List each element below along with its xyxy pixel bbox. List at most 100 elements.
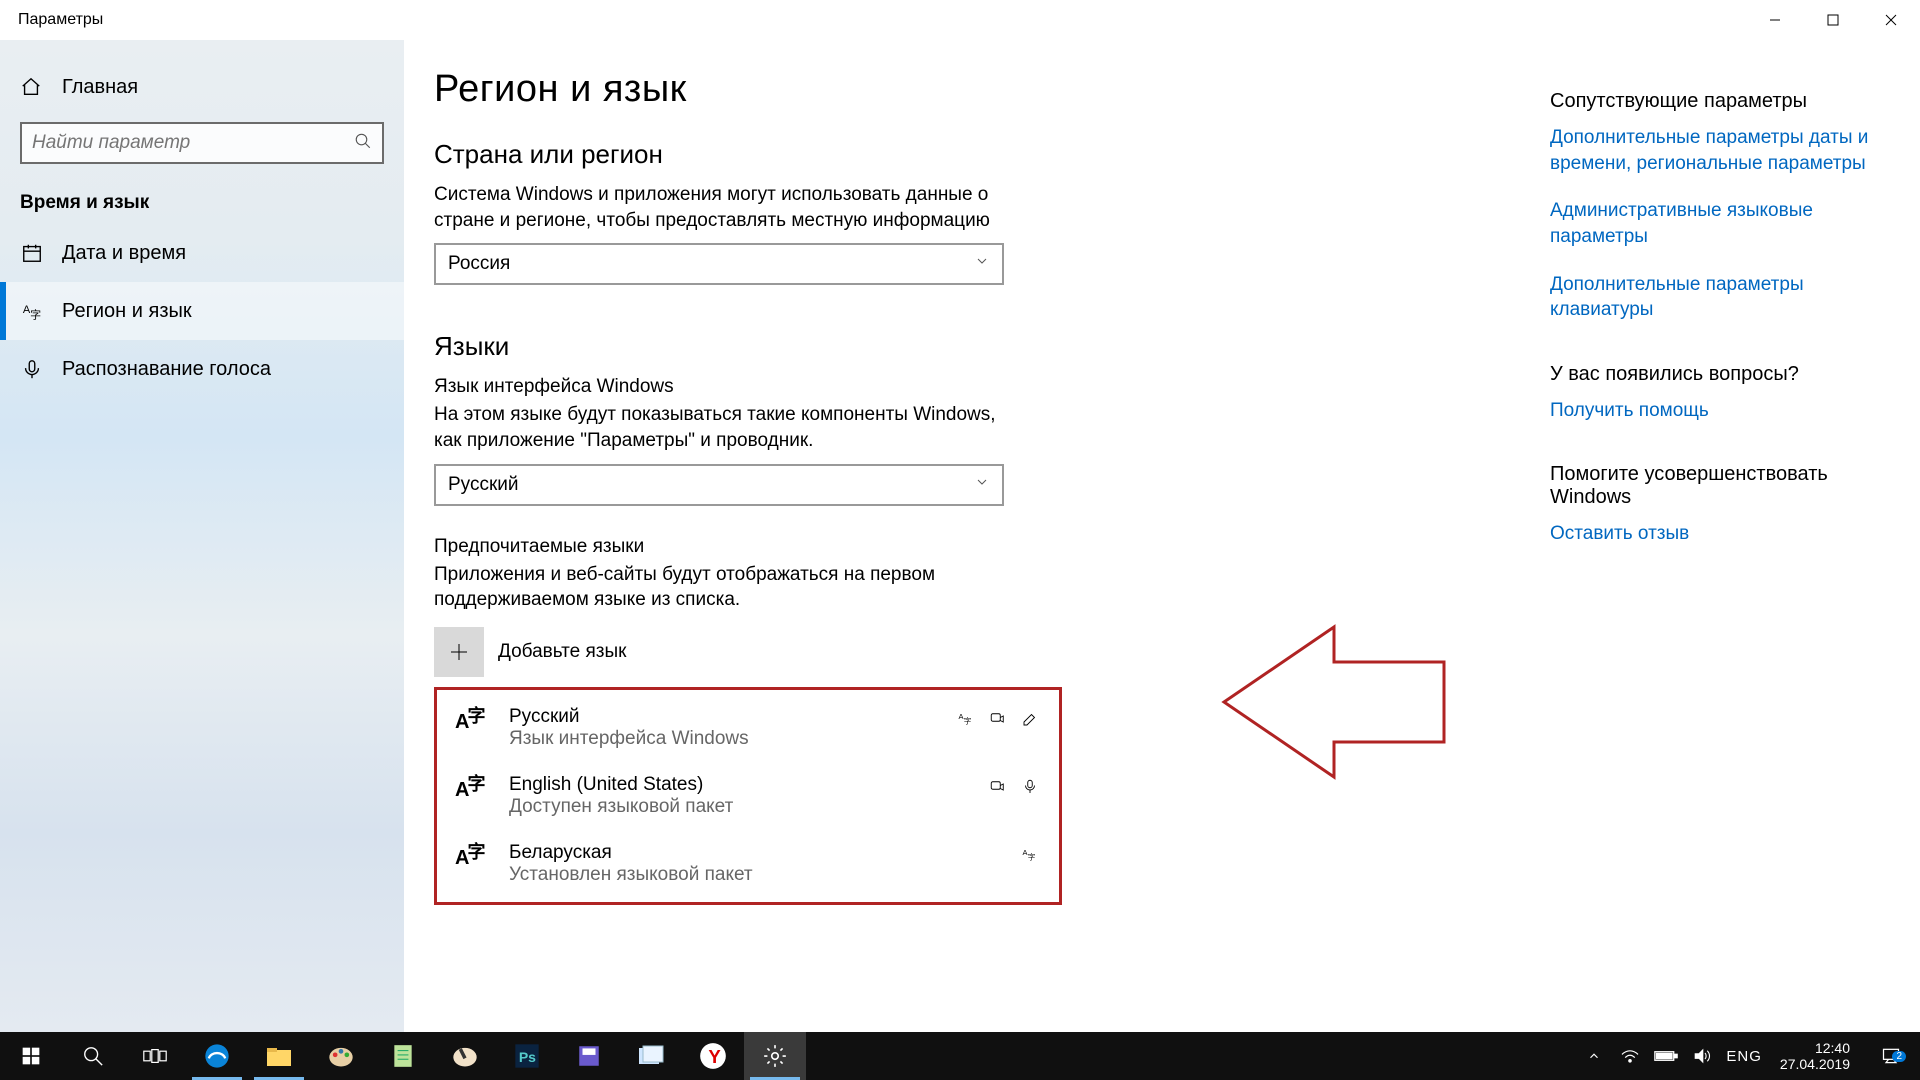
- taskbar-app-paint[interactable]: [310, 1032, 372, 1080]
- handwriting-icon: [1019, 710, 1041, 728]
- help-link[interactable]: Получить помощь: [1550, 398, 1880, 424]
- search-icon: [354, 132, 372, 155]
- language-icon: A字: [20, 300, 44, 322]
- ui-language-selected: Русский: [448, 474, 519, 496]
- country-description: Система Windows и приложения могут испол…: [434, 182, 1004, 233]
- language-glyph-icon: A字: [455, 844, 497, 870]
- svg-text:字: 字: [30, 307, 41, 321]
- action-center-button[interactable]: 2: [1868, 1046, 1914, 1066]
- language-subtitle: Доступен языковой пакет: [509, 796, 987, 818]
- ui-lang-description: На этом языке будут показываться такие к…: [434, 402, 1004, 453]
- preferred-languages-label: Предпочитаемые языки: [434, 536, 1154, 558]
- task-view-button[interactable]: [124, 1032, 186, 1080]
- language-feature-badges: A字: [955, 706, 1041, 728]
- related-title: Сопутствующие параметры: [1550, 90, 1880, 113]
- taskbar-app-explorer[interactable]: [248, 1032, 310, 1080]
- add-language-label: Добавьте язык: [498, 641, 626, 663]
- taskbar-app-yandex[interactable]: Y: [682, 1032, 744, 1080]
- taskbar: Ps Y ENG 12:40 27.04.2019 2: [0, 1032, 1920, 1080]
- home-label: Главная: [62, 76, 138, 99]
- language-item[interactable]: A字 Беларуская Установлен языковой пакет …: [437, 830, 1059, 898]
- language-item[interactable]: A字 Русский Язык интерфейса Windows A字: [437, 694, 1059, 762]
- sidebar-item-label: Регион и язык: [62, 300, 192, 323]
- add-language-button[interactable]: Добавьте язык: [434, 627, 1154, 677]
- sidebar-item-label: Дата и время: [62, 242, 186, 265]
- ui-language-dropdown[interactable]: Русский: [434, 464, 1004, 506]
- notification-badge: 2: [1892, 1051, 1906, 1062]
- tray-overflow-icon[interactable]: [1582, 1049, 1606, 1063]
- svg-text:A: A: [1023, 848, 1028, 857]
- window-title: Параметры: [0, 11, 103, 29]
- taskbar-app-paint3d[interactable]: [434, 1032, 496, 1080]
- wifi-icon[interactable]: [1618, 1048, 1642, 1064]
- home-button[interactable]: Главная: [0, 58, 404, 116]
- sidebar-item-region-language[interactable]: A字 Регион и язык: [0, 282, 404, 340]
- sidebar-item-speech[interactable]: Распознавание голоса: [0, 340, 404, 398]
- text-to-speech-icon: [987, 710, 1009, 728]
- taskbar-app-settings[interactable]: [744, 1032, 806, 1080]
- window-controls: [1746, 0, 1920, 40]
- search-button[interactable]: [62, 1032, 124, 1080]
- feedback-title: Помогите усовершенствовать Windows: [1550, 463, 1880, 509]
- taskbar-app-edge[interactable]: [186, 1032, 248, 1080]
- maximize-button[interactable]: [1804, 0, 1862, 40]
- related-link[interactable]: Административные языковые параметры: [1550, 198, 1880, 249]
- language-subtitle: Установлен языковой пакет: [509, 864, 1019, 886]
- taskbar-app-photoshop[interactable]: Ps: [496, 1032, 558, 1080]
- feedback-link[interactable]: Оставить отзыв: [1550, 521, 1880, 547]
- svg-text:字: 字: [964, 715, 972, 725]
- display-language-icon: A字: [955, 710, 977, 728]
- speech-icon: [1019, 778, 1041, 796]
- display-language-icon: A字: [1019, 846, 1041, 864]
- tray-clock[interactable]: 12:40 27.04.2019: [1774, 1040, 1856, 1072]
- related-link[interactable]: Дополнительные параметры даты и времени,…: [1550, 125, 1880, 176]
- related-link[interactable]: Дополнительные параметры клавиатуры: [1550, 272, 1880, 323]
- svg-text:字: 字: [1028, 851, 1036, 861]
- page-title: Регион и язык: [434, 68, 1154, 111]
- close-button[interactable]: [1862, 0, 1920, 40]
- search-field[interactable]: [32, 132, 354, 154]
- battery-icon[interactable]: [1654, 1049, 1678, 1063]
- sidebar-section-title: Время и язык: [0, 178, 404, 224]
- plus-icon: [434, 627, 484, 677]
- country-heading: Страна или регион: [434, 139, 1154, 170]
- titlebar: Параметры: [0, 0, 1920, 40]
- taskbar-app-save[interactable]: [558, 1032, 620, 1080]
- related-panel: Сопутствующие параметры Дополнительные п…: [1550, 68, 1880, 1032]
- start-button[interactable]: [0, 1032, 62, 1080]
- svg-text:Y: Y: [708, 1046, 721, 1067]
- tray-date: 27.04.2019: [1780, 1056, 1850, 1072]
- chevron-down-icon: [974, 474, 990, 496]
- language-glyph-icon: A字: [455, 708, 497, 734]
- minimize-button[interactable]: [1746, 0, 1804, 40]
- volume-icon[interactable]: [1690, 1047, 1714, 1065]
- microphone-icon: [20, 358, 44, 380]
- svg-text:Ps: Ps: [519, 1049, 536, 1065]
- search-input[interactable]: [20, 122, 384, 164]
- language-item[interactable]: A字 English (United States) Доступен язык…: [437, 762, 1059, 830]
- tray-language[interactable]: ENG: [1726, 1048, 1762, 1065]
- sidebar-item-label: Распознавание голоса: [62, 358, 271, 381]
- tray-time: 12:40: [1780, 1040, 1850, 1056]
- country-selected: Россия: [448, 253, 510, 275]
- country-dropdown[interactable]: Россия: [434, 243, 1004, 285]
- main-content: Регион и язык Страна или регион Система …: [404, 40, 1920, 1032]
- language-name: Беларуская: [509, 842, 1019, 864]
- taskbar-app-photos[interactable]: [620, 1032, 682, 1080]
- language-glyph-icon: A字: [455, 776, 497, 802]
- language-list: A字 Русский Язык интерфейса Windows A字: [434, 687, 1062, 905]
- annotation-arrow: [1194, 602, 1454, 802]
- svg-text:A: A: [959, 712, 964, 721]
- calendar-icon: [20, 242, 44, 264]
- sidebar-item-date-time[interactable]: Дата и время: [0, 224, 404, 282]
- language-name: English (United States): [509, 774, 987, 796]
- language-name: Русский: [509, 706, 955, 728]
- chevron-down-icon: [974, 253, 990, 275]
- language-feature-badges: [987, 774, 1041, 796]
- home-icon: [20, 76, 44, 98]
- taskbar-app-notepadpp[interactable]: [372, 1032, 434, 1080]
- languages-heading: Языки: [434, 331, 1154, 362]
- language-subtitle: Язык интерфейса Windows: [509, 728, 955, 750]
- ui-lang-label: Язык интерфейса Windows: [434, 376, 1154, 398]
- help-title: У вас появились вопросы?: [1550, 363, 1880, 386]
